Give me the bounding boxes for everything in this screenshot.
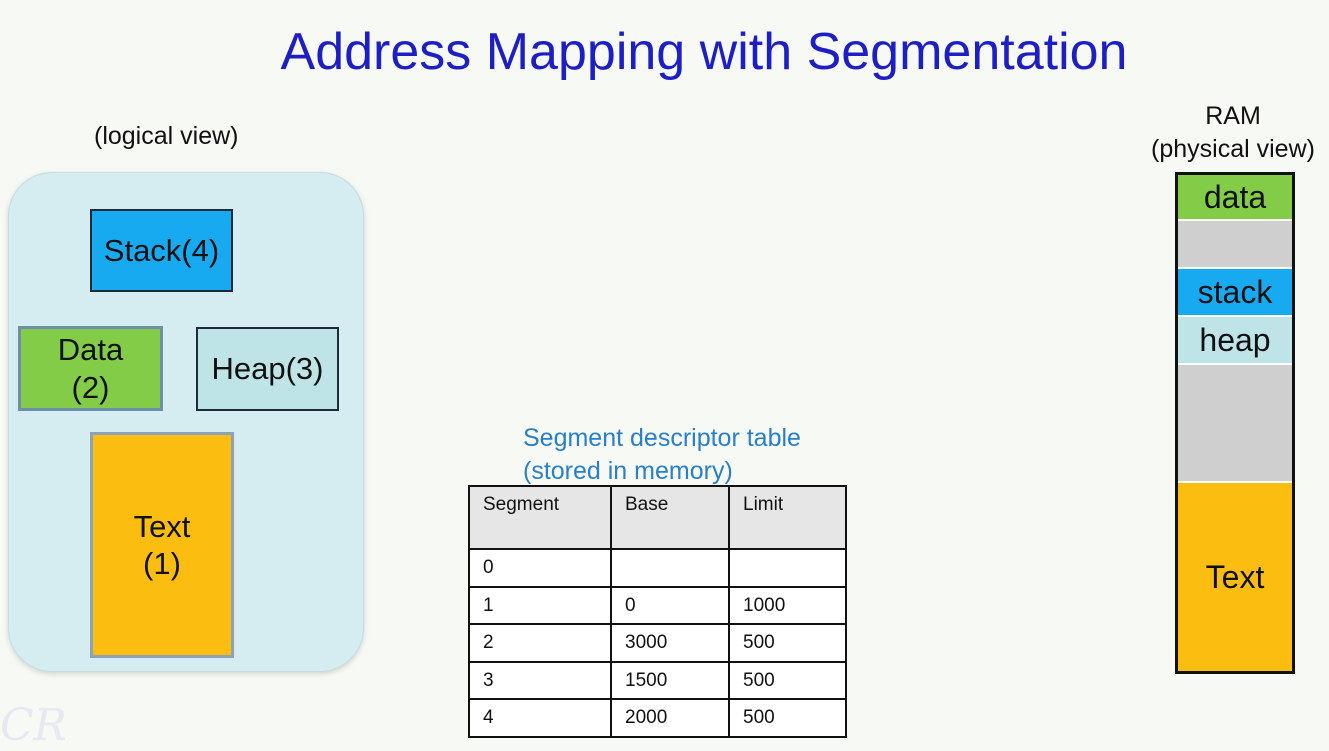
data-label: Data (2) <box>58 331 123 405</box>
header-base: Base <box>610 485 730 550</box>
data-label-line1: Data <box>57 332 124 368</box>
table-cell: 500 <box>728 623 847 663</box>
table-cell: 0 <box>468 548 612 588</box>
table-row: 2 3000 500 <box>468 623 847 663</box>
segment-table-caption-line1: Segment descriptor table <box>523 424 801 452</box>
table-cell: 1500 <box>610 660 730 700</box>
stack-label: Stack(4) <box>103 232 220 268</box>
table-cell: 4 <box>468 698 612 738</box>
table-cell <box>728 548 847 588</box>
logical-segment-heap: Heap(3) <box>196 327 339 411</box>
header-segment: Segment <box>468 485 612 550</box>
table-cell: 2 <box>468 623 612 663</box>
table-row: 3 1500 500 <box>468 660 847 700</box>
segment-table-caption: Segment descriptor table (stored in memo… <box>523 422 801 488</box>
ram-block-stack: stack <box>1178 269 1292 317</box>
table-row: 1 0 1000 <box>468 585 847 625</box>
text-label-line2: (1) <box>143 546 181 581</box>
logical-segment-data: Data (2) <box>18 326 163 411</box>
logical-segment-text: Text (1) <box>90 432 234 658</box>
ram-caption: RAM (physical view) <box>1140 100 1326 166</box>
text-label-line1: Text <box>133 508 191 544</box>
table-cell: 1 <box>468 585 612 625</box>
table-cell: 3000 <box>610 623 730 663</box>
table-row: 4 2000 500 <box>468 698 847 738</box>
ram-block-free <box>1178 365 1292 483</box>
table-cell: 2000 <box>610 698 730 738</box>
table-cell: 0 <box>610 585 730 625</box>
ram-block-heap: heap <box>1178 317 1292 365</box>
heap-label: Heap(3) <box>211 351 324 387</box>
ram-block-free <box>1178 221 1292 269</box>
segment-table-caption-line2: (stored in memory) <box>523 457 733 485</box>
text-label: Text (1) <box>134 508 191 582</box>
ram-caption-line2: (physical view) <box>1151 135 1315 163</box>
segment-descriptor-table: Segment Base Limit 0 1 0 1000 2 3000 500… <box>468 485 847 738</box>
slide-title: Address Mapping with Segmentation <box>280 23 1128 81</box>
logical-view-caption: (logical view) <box>94 122 239 150</box>
logical-segment-stack: Stack(4) <box>90 209 233 292</box>
watermark-logo: CR <box>0 700 67 751</box>
physical-memory: data stack heap Text <box>1175 172 1295 674</box>
header-limit: Limit <box>728 485 847 550</box>
table-cell: 500 <box>728 660 847 700</box>
table-cell: 500 <box>728 698 847 738</box>
table-cell <box>610 548 730 588</box>
table-header-row: Segment Base Limit <box>468 485 847 550</box>
table-cell: 3 <box>468 660 612 700</box>
data-label-line2: (2) <box>71 369 110 405</box>
table-cell: 1000 <box>728 585 847 625</box>
table-row: 0 <box>468 548 847 588</box>
ram-block-text: Text <box>1178 483 1292 671</box>
ram-caption-line1: RAM <box>1205 102 1261 130</box>
ram-block-data: data <box>1178 175 1292 221</box>
